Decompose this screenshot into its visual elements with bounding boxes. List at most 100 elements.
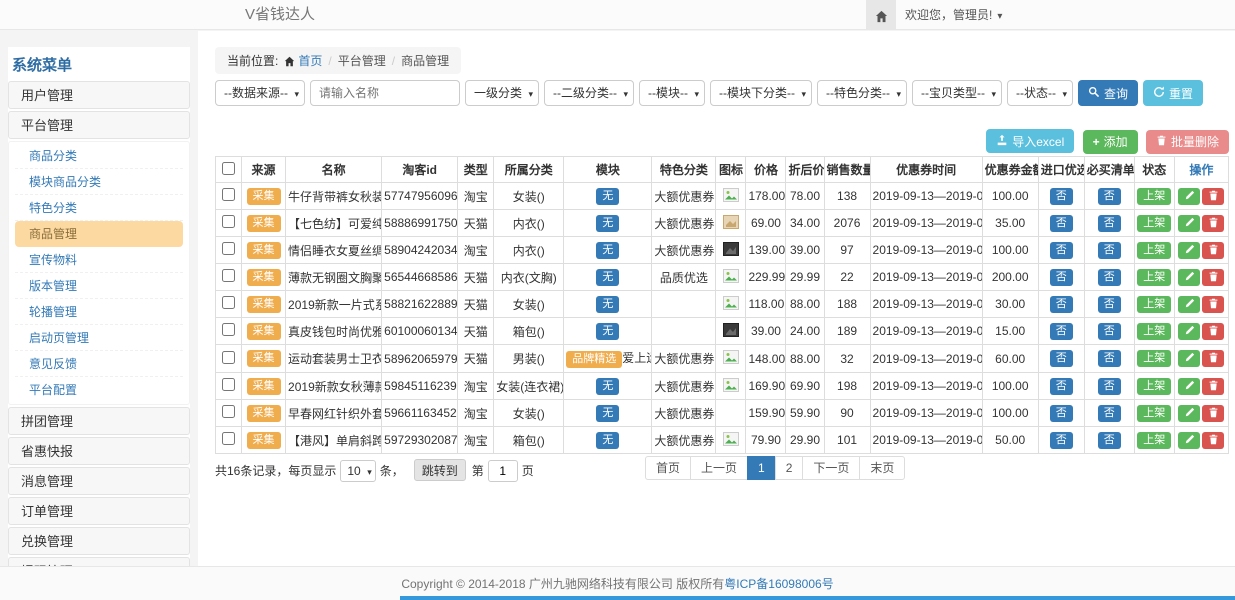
filter-select-2[interactable]: --模块--▾ xyxy=(639,80,705,106)
filter-select-4[interactable]: --特色分类--▾ xyxy=(817,80,907,106)
must-buy-toggle[interactable]: 否 xyxy=(1098,269,1121,286)
sidebar-item[interactable]: 模块商品分类 xyxy=(15,169,183,195)
sidebar-item[interactable]: 轮播管理 xyxy=(15,299,183,325)
sidebar-group-1[interactable]: 平台管理 xyxy=(8,111,190,139)
sidebar-item[interactable]: 意见反馈 xyxy=(15,351,183,377)
row-checkbox[interactable] xyxy=(222,351,235,364)
must-buy-toggle[interactable]: 否 xyxy=(1098,242,1121,259)
edit-button[interactable] xyxy=(1178,296,1200,313)
status-badge[interactable]: 上架 xyxy=(1137,350,1171,367)
icp-link[interactable]: 粤ICP备16098006号 xyxy=(724,577,833,591)
edit-button[interactable] xyxy=(1178,350,1200,367)
delete-button[interactable] xyxy=(1202,378,1224,395)
must-buy-toggle[interactable]: 否 xyxy=(1098,323,1121,340)
import-select-toggle[interactable]: 否 xyxy=(1050,215,1073,232)
import-select-toggle[interactable]: 否 xyxy=(1050,405,1073,422)
select-all-checkbox[interactable] xyxy=(222,162,235,175)
delete-button[interactable] xyxy=(1202,188,1224,205)
edit-button[interactable] xyxy=(1178,269,1200,286)
must-buy-toggle[interactable]: 否 xyxy=(1098,378,1121,395)
row-checkbox[interactable] xyxy=(222,378,235,391)
sidebar-item[interactable]: 启动页管理 xyxy=(15,325,183,351)
import-select-toggle[interactable]: 否 xyxy=(1050,188,1073,205)
filter-select-1[interactable]: --二级分类--▾ xyxy=(544,80,634,106)
row-checkbox[interactable] xyxy=(222,323,235,336)
sidebar-group-4[interactable]: 消息管理 xyxy=(8,467,190,495)
user-menu[interactable]: 欢迎您，管理员!▾ xyxy=(905,0,1002,32)
name-search-input[interactable] xyxy=(310,80,460,106)
per-page-select[interactable]: 10▾ xyxy=(340,460,375,482)
delete-button[interactable] xyxy=(1202,432,1224,449)
must-buy-toggle[interactable]: 否 xyxy=(1098,215,1121,232)
page-button-末页[interactable]: 末页 xyxy=(859,456,905,480)
reset-button[interactable]: 重置 xyxy=(1143,80,1203,106)
edit-button[interactable] xyxy=(1178,378,1200,395)
horizontal-scrollbar-thumb[interactable] xyxy=(400,596,1235,600)
row-checkbox[interactable] xyxy=(222,432,235,445)
filter-select-data-source[interactable]: --数据来源--▾ xyxy=(215,80,305,106)
filter-select-6[interactable]: --状态--▾ xyxy=(1007,80,1073,106)
page-button-2[interactable]: 2 xyxy=(775,456,804,480)
row-checkbox[interactable] xyxy=(222,269,235,282)
sidebar-item[interactable]: 商品分类 xyxy=(15,143,183,169)
status-badge[interactable]: 上架 xyxy=(1137,432,1171,449)
row-checkbox[interactable] xyxy=(222,242,235,255)
import-select-toggle[interactable]: 否 xyxy=(1050,378,1073,395)
home-button[interactable] xyxy=(866,0,896,30)
import-select-toggle[interactable]: 否 xyxy=(1050,432,1073,449)
delete-button[interactable] xyxy=(1202,296,1224,313)
filter-select-3[interactable]: --模块下分类--▾ xyxy=(710,80,812,106)
jump-page-input[interactable] xyxy=(488,460,518,482)
sidebar-item[interactable]: 特色分类 xyxy=(15,195,183,221)
status-badge[interactable]: 上架 xyxy=(1137,269,1171,286)
sidebar-group-3[interactable]: 省惠快报 xyxy=(8,437,190,465)
status-badge[interactable]: 上架 xyxy=(1137,215,1171,232)
sidebar-item[interactable]: 平台配置 xyxy=(15,377,183,403)
edit-button[interactable] xyxy=(1178,188,1200,205)
sidebar-group-6[interactable]: 兑换管理 xyxy=(8,527,190,555)
search-button[interactable]: 查询 xyxy=(1078,80,1138,106)
row-checkbox[interactable] xyxy=(222,405,235,418)
sidebar-item[interactable]: 商品管理 xyxy=(15,221,183,247)
import-select-toggle[interactable]: 否 xyxy=(1050,242,1073,259)
filter-select-0[interactable]: 一级分类▾ xyxy=(465,80,539,106)
sidebar-item[interactable]: 版本管理 xyxy=(15,273,183,299)
status-badge[interactable]: 上架 xyxy=(1137,296,1171,313)
edit-button[interactable] xyxy=(1178,242,1200,259)
must-buy-toggle[interactable]: 否 xyxy=(1098,296,1121,313)
import-select-toggle[interactable]: 否 xyxy=(1050,269,1073,286)
import-select-toggle[interactable]: 否 xyxy=(1050,296,1073,313)
edit-button[interactable] xyxy=(1178,323,1200,340)
breadcrumb-home-link[interactable]: 首页 xyxy=(298,54,322,68)
status-badge[interactable]: 上架 xyxy=(1137,405,1171,422)
status-badge[interactable]: 上架 xyxy=(1137,188,1171,205)
page-button-首页[interactable]: 首页 xyxy=(645,456,691,480)
row-checkbox[interactable] xyxy=(222,215,235,228)
status-badge[interactable]: 上架 xyxy=(1137,242,1171,259)
delete-button[interactable] xyxy=(1202,350,1224,367)
delete-button[interactable] xyxy=(1202,405,1224,422)
must-buy-toggle[interactable]: 否 xyxy=(1098,188,1121,205)
page-button-下一页[interactable]: 下一页 xyxy=(802,456,860,480)
edit-button[interactable] xyxy=(1178,432,1200,449)
jump-button[interactable]: 跳转到 xyxy=(414,459,466,481)
edit-button[interactable] xyxy=(1178,215,1200,232)
sidebar-group-0[interactable]: 用户管理 xyxy=(8,81,190,109)
edit-button[interactable] xyxy=(1178,405,1200,422)
must-buy-toggle[interactable]: 否 xyxy=(1098,405,1121,422)
sidebar-item[interactable]: 宣传物料 xyxy=(15,247,183,273)
import-select-toggle[interactable]: 否 xyxy=(1050,350,1073,367)
status-badge[interactable]: 上架 xyxy=(1137,378,1171,395)
import-select-toggle[interactable]: 否 xyxy=(1050,323,1073,340)
delete-button[interactable] xyxy=(1202,242,1224,259)
row-checkbox[interactable] xyxy=(222,296,235,309)
filter-select-5[interactable]: --宝贝类型--▾ xyxy=(912,80,1002,106)
delete-button[interactable] xyxy=(1202,323,1224,340)
must-buy-toggle[interactable]: 否 xyxy=(1098,432,1121,449)
batch-delete-button[interactable]: 批量删除 xyxy=(1146,130,1229,154)
sidebar-group-5[interactable]: 订单管理 xyxy=(8,497,190,525)
import-excel-button[interactable]: 导入excel xyxy=(986,129,1074,153)
add-button[interactable]: + 添加 xyxy=(1083,130,1138,154)
status-badge[interactable]: 上架 xyxy=(1137,323,1171,340)
sidebar-group-2[interactable]: 拼团管理 xyxy=(8,407,190,435)
